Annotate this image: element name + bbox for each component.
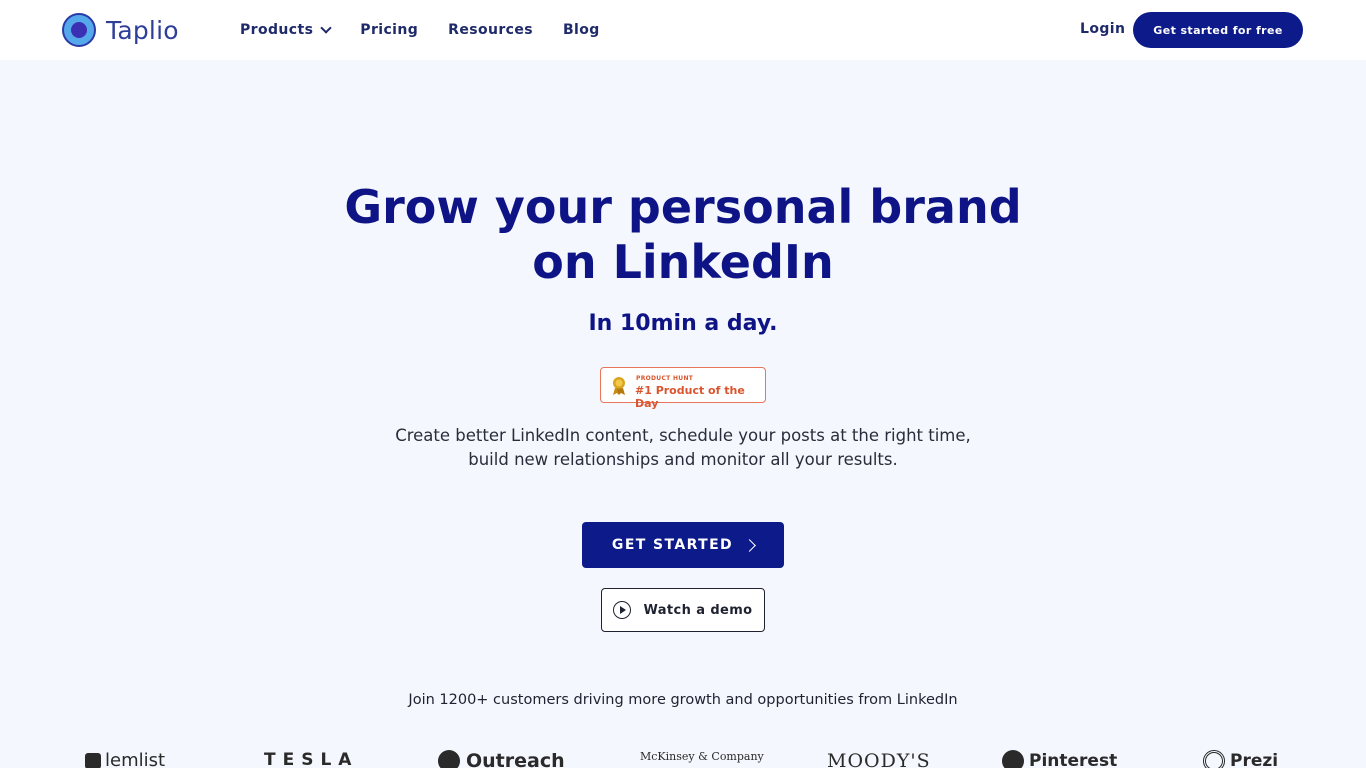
badge-label-small: PRODUCT HUNT: [636, 375, 694, 382]
play-icon: [613, 601, 632, 619]
outreach-icon: [433, 745, 465, 768]
nav-item-blog[interactable]: Blog: [563, 22, 600, 38]
customer-logos: lemlist TESLA Outreach McKinsey & Compan…: [0, 744, 1366, 768]
lemlist-icon: [85, 752, 101, 768]
watch-demo-label: Watch a demo: [643, 602, 753, 618]
chevron-right-icon: [743, 538, 756, 552]
lemlist-logo: lemlist: [85, 750, 165, 768]
login-link[interactable]: Login: [1080, 21, 1125, 37]
prezi-logo: Prezi: [1203, 750, 1278, 768]
mckinsey-logo: McKinsey & Company: [640, 750, 764, 763]
pinterest-icon: [1002, 750, 1024, 768]
get-started-free-button[interactable]: Get started for free: [1133, 12, 1303, 48]
nav-item-products[interactable]: Products: [240, 21, 332, 38]
chevron-down-icon: [320, 21, 332, 34]
get-started-button[interactable]: GET STARTED: [582, 522, 784, 568]
nav-item-label: Pricing: [360, 22, 419, 38]
nav-item-pricing[interactable]: Pricing: [360, 22, 418, 38]
main-nav: Products Pricing Resources Blog: [240, 0, 630, 60]
hero-description-line1: Create better LinkedIn content, schedule…: [395, 426, 971, 445]
nav-item-label: Blog: [562, 22, 600, 38]
hero-title-line2: on LinkedIn: [532, 235, 834, 289]
nav-item-label: Resources: [448, 22, 533, 38]
brand-logo[interactable]: Taplio: [62, 12, 179, 48]
watch-demo-button[interactable]: Watch a demo: [601, 588, 765, 632]
social-proof-text: Join 1200+ customers driving more growth…: [408, 692, 958, 708]
brand-name: Taplio: [106, 15, 179, 45]
outreach-logo: Outreach: [433, 745, 565, 768]
medal-icon: [613, 377, 625, 395]
hero-subtitle: In 10min a day.: [588, 311, 778, 336]
hero-title: Grow your personal brand on LinkedIn: [283, 180, 1083, 290]
site-header: Taplio Products Pricing Resources Blog L…: [0, 0, 1366, 60]
nav-item-label: Products: [240, 22, 314, 38]
nav-item-resources[interactable]: Resources: [448, 22, 533, 38]
get-started-label: GET STARTED: [611, 537, 734, 553]
hero-description-line2: build new relationships and monitor all …: [468, 450, 898, 469]
prezi-icon: [1203, 750, 1225, 768]
pinterest-logo: Pinterest: [1002, 750, 1117, 768]
badge-label-big: #1 Product of the Day: [635, 384, 745, 410]
tesla-logo: TESLA: [264, 750, 359, 768]
hero-title-line1: Grow your personal brand: [344, 180, 1022, 234]
taplio-logo-icon: [62, 13, 96, 47]
product-hunt-badge[interactable]: PRODUCT HUNT #1 Product of the Day: [600, 367, 766, 410]
moodys-logo: MOODY'S: [827, 750, 931, 768]
hero-description: Create better LinkedIn content, schedule…: [333, 424, 1033, 472]
